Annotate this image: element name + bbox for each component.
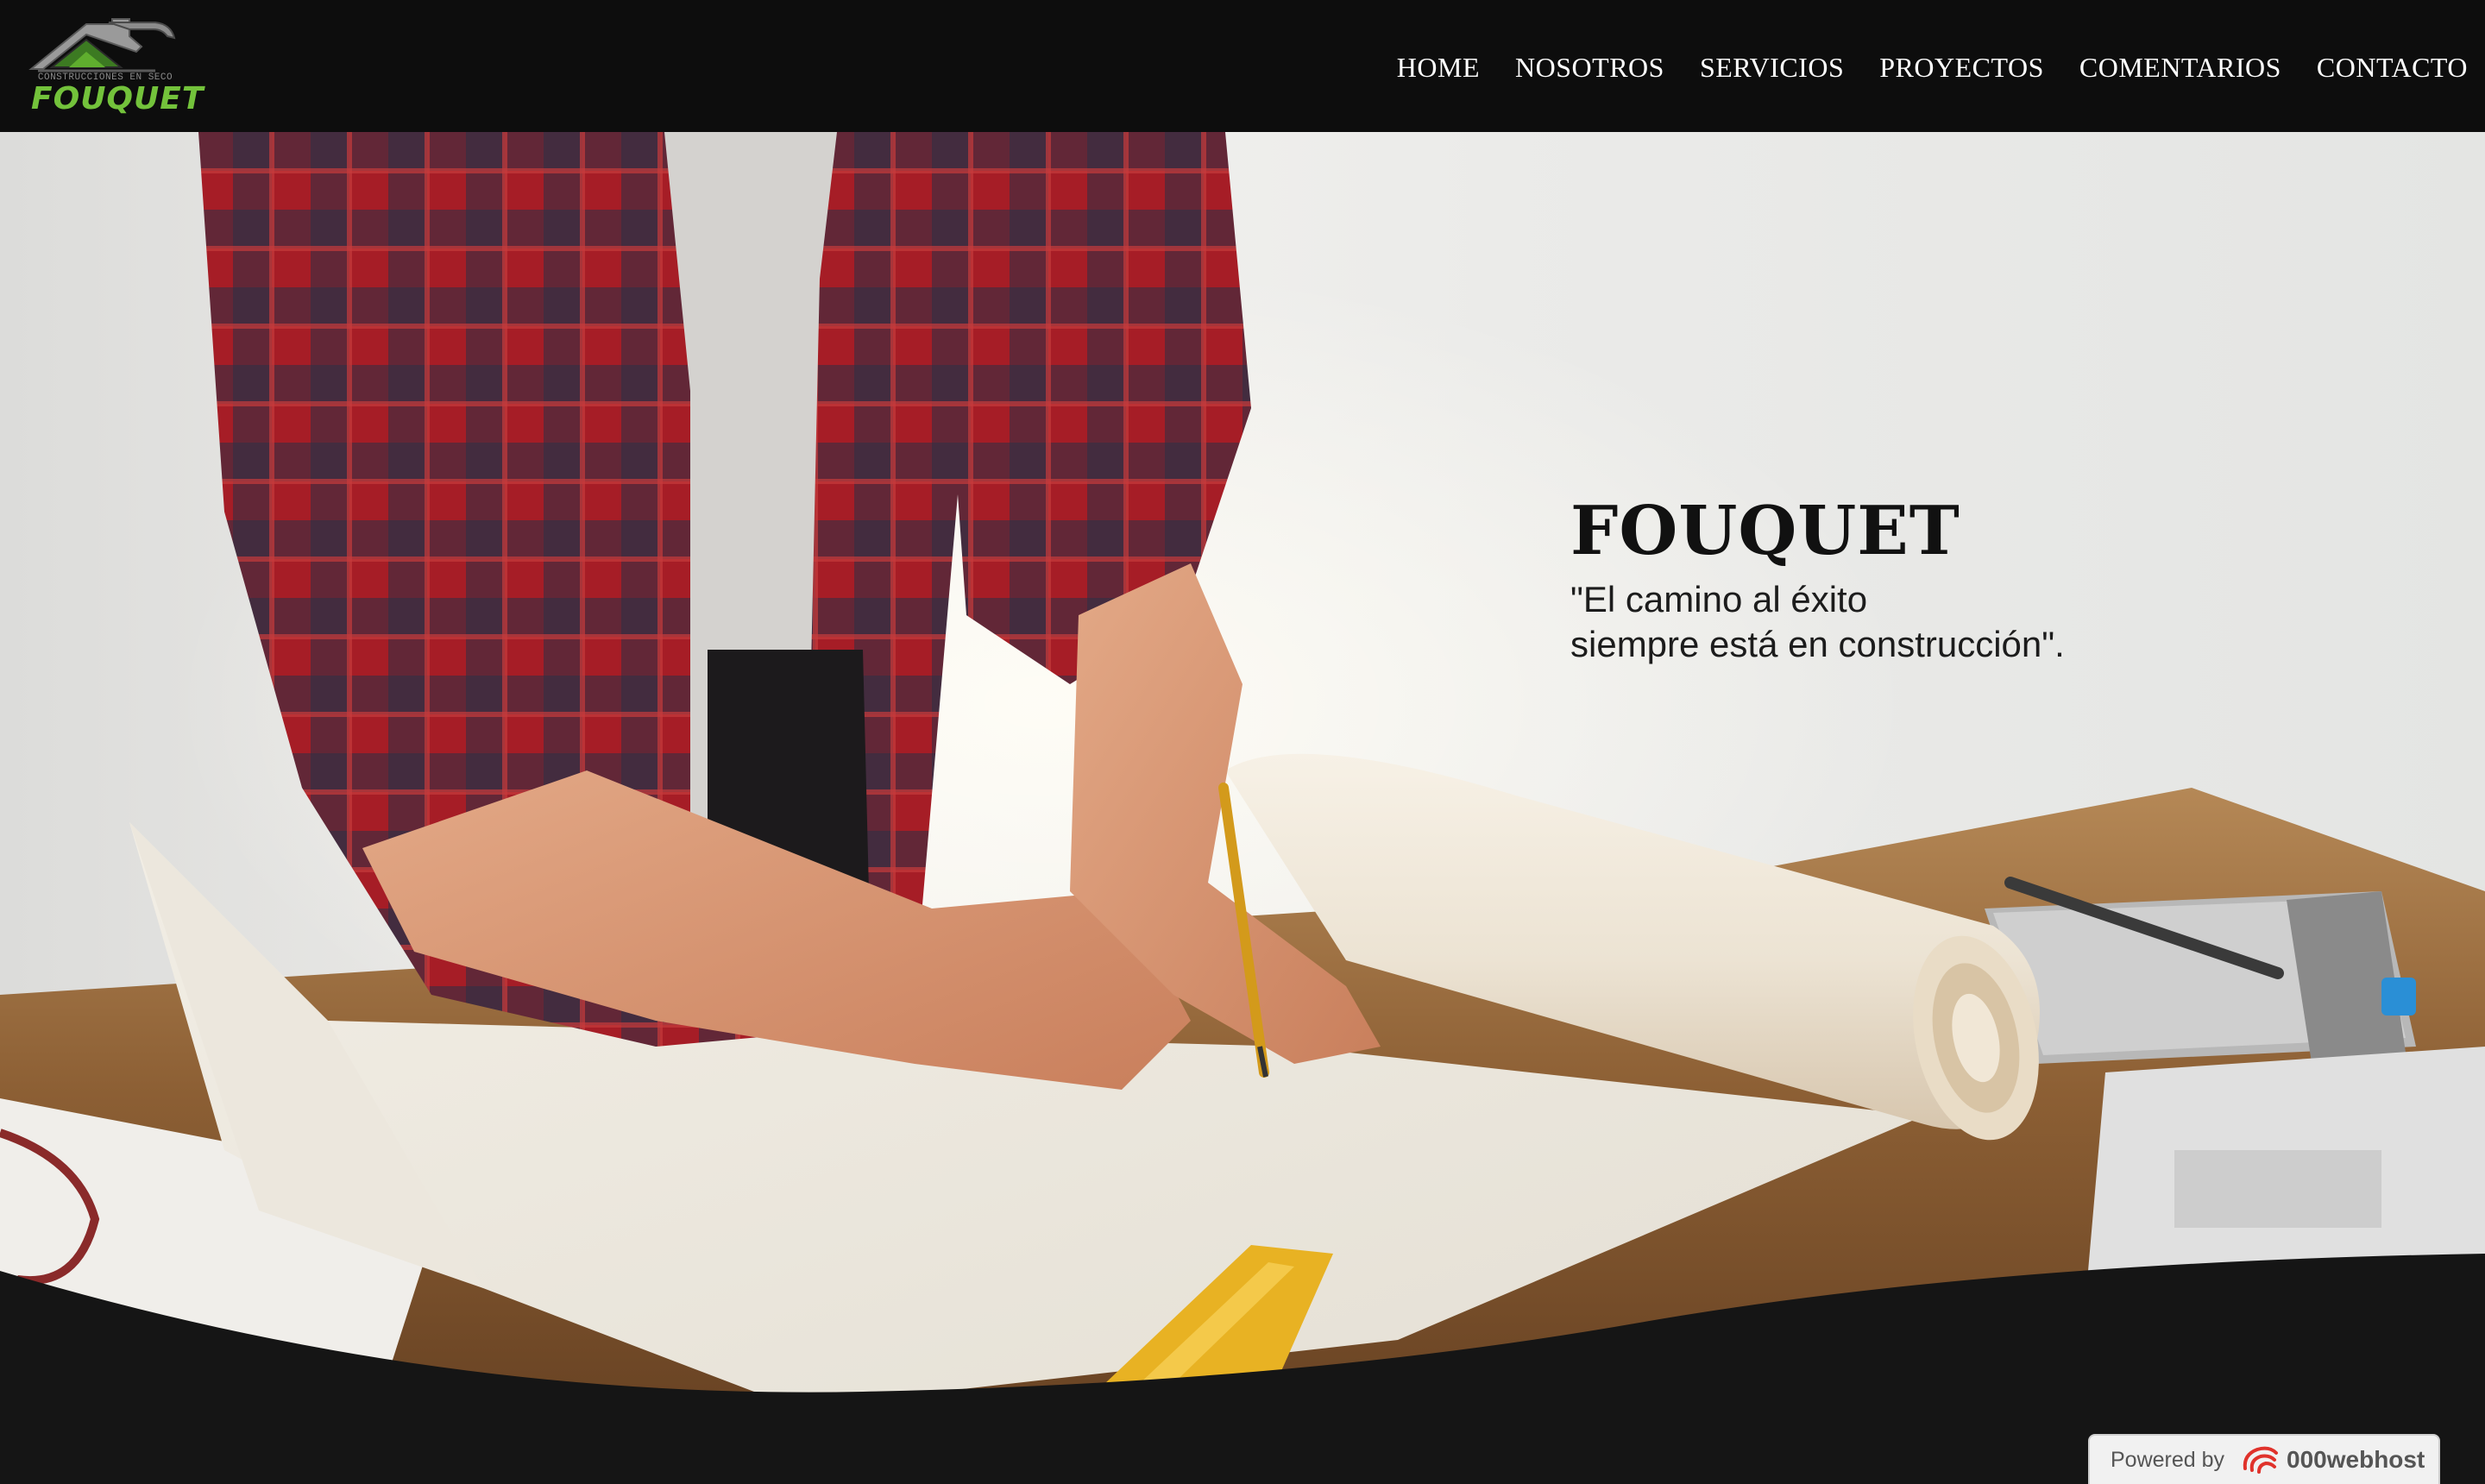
- site-header: CONSTRUCCIONES EN SECO FOUQUET HOME NOSO…: [0, 0, 2485, 132]
- nav-item-home[interactable]: HOME: [1397, 47, 1480, 88]
- site-logo[interactable]: CONSTRUCCIONES EN SECO FOUQUET: [26, 17, 203, 116]
- nav-item-servicios[interactable]: SERVICIOS: [1700, 47, 1844, 88]
- powered-by-badge[interactable]: Powered by 000webhost: [2088, 1434, 2440, 1484]
- nav-item-proyectos[interactable]: PROYECTOS: [1879, 47, 2044, 88]
- hero-title: FOUQUET: [1570, 492, 1960, 570]
- powered-by-label: Powered by: [2111, 1447, 2225, 1472]
- nav-item-nosotros[interactable]: NOSOTROS: [1515, 47, 1664, 88]
- main-nav: HOME NOSOTROS SERVICIOS PROYECTOS COMENT…: [1397, 47, 2468, 88]
- powered-brand-label: 000webhost: [2287, 1446, 2425, 1473]
- house-roof-icon: [28, 18, 176, 72]
- hero-quote: "El camino al éxito siempre está en cons…: [1570, 577, 2065, 667]
- hero-background-image: [0, 132, 2485, 1400]
- hero-quote-line-2: siempre está en construcción".: [1570, 624, 2065, 664]
- hero-quote-line-1: "El camino al éxito: [1570, 579, 1868, 619]
- page: CONSTRUCCIONES EN SECO FOUQUET HOME NOSO…: [0, 0, 2485, 1484]
- nav-item-comentarios[interactable]: COMENTARIOS: [2079, 47, 2281, 88]
- hero-section: FOUQUET "El camino al éxito siempre está…: [0, 132, 2485, 1400]
- webhost-logo-icon: [2243, 1446, 2279, 1474]
- hero-text-block: FOUQUET "El camino al éxito siempre está…: [1570, 494, 2065, 667]
- nav-item-contacto[interactable]: CONTACTO: [2317, 47, 2468, 88]
- logo-name: FOUQUET: [31, 81, 204, 116]
